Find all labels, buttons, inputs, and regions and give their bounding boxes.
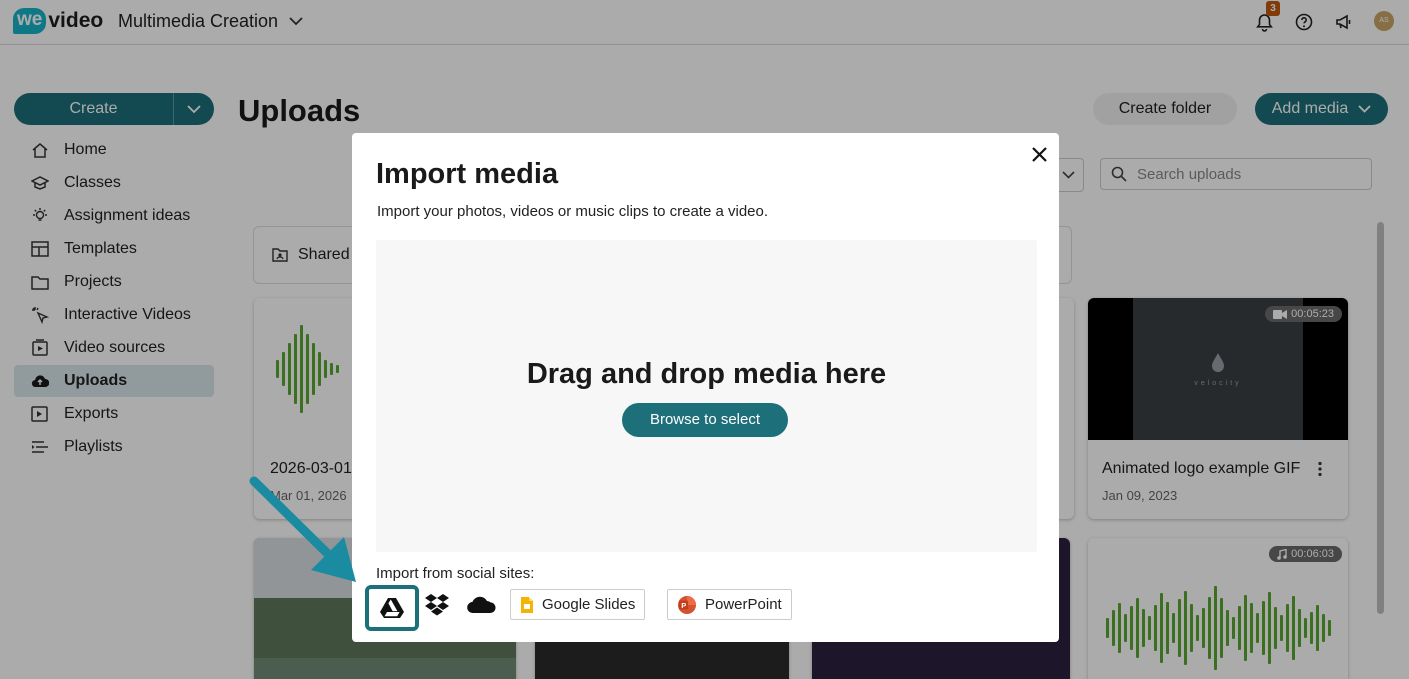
drop-zone-title: Drag and drop media here: [526, 358, 887, 390]
powerpoint-label: PowerPoint: [705, 596, 782, 613]
google-slides-button[interactable]: Google Slides: [510, 589, 646, 620]
powerpoint-icon: P: [678, 595, 696, 614]
powerpoint-button[interactable]: P PowerPoint: [667, 589, 792, 620]
google-drive-icon: [380, 598, 404, 618]
drop-zone[interactable]: Drag and drop media here Browse to selec…: [376, 240, 1037, 552]
social-import-label: Import from social sites:: [376, 565, 535, 582]
dropbox-button[interactable]: [422, 589, 452, 621]
scrollbar[interactable]: [1377, 222, 1384, 614]
onedrive-icon: [467, 596, 496, 614]
close-icon: [1031, 146, 1047, 162]
dialog-title: Import media: [376, 158, 559, 190]
browse-button[interactable]: Browse to select: [622, 403, 788, 437]
onedrive-button[interactable]: [464, 589, 498, 621]
import-media-dialog: Import media Import your photos, videos …: [352, 133, 1059, 642]
google-slides-label: Google Slides: [542, 596, 636, 613]
svg-text:P: P: [681, 600, 686, 609]
google-slides-icon: [521, 596, 533, 613]
google-drive-button[interactable]: [365, 585, 419, 631]
close-button[interactable]: [1028, 143, 1050, 165]
dropbox-icon: [425, 594, 449, 616]
dialog-subtitle: Import your photos, videos or music clip…: [377, 203, 769, 220]
